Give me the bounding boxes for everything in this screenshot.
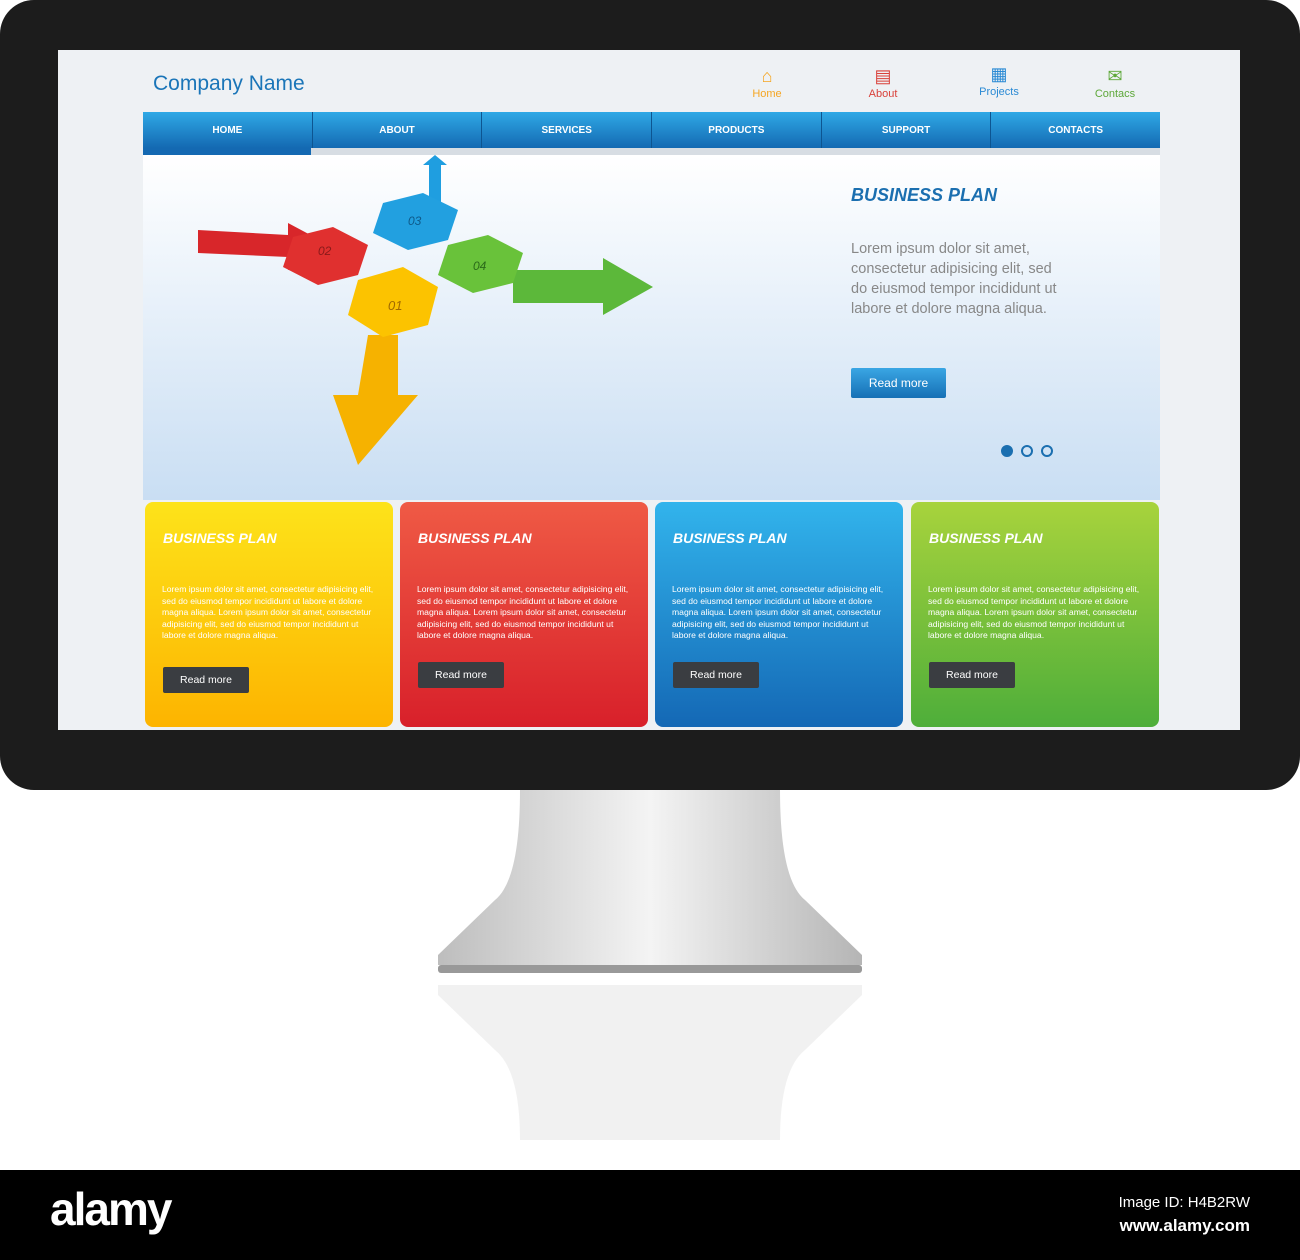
step-label: 01 xyxy=(388,298,402,313)
nav-contacts[interactable]: CONTACTS xyxy=(991,112,1160,148)
hero-text: Lorem ipsum dolor sit amet, consectetur … xyxy=(851,241,1057,317)
nav-support[interactable]: SUPPORT xyxy=(822,112,992,148)
arrow-green xyxy=(513,258,653,315)
card-text: Lorem ipsum dolor sit amet, consectetur … xyxy=(162,584,374,640)
top-link-label: About xyxy=(868,88,898,100)
card-text: Lorem ipsum dolor sit amet, consectetur … xyxy=(417,584,629,640)
monitor-bezel: Company Name ⌂ Home ▤ About ▦ Projects ✉ Con… xyxy=(0,0,1300,790)
arrows-diagram: 01 02 03 04 xyxy=(198,155,653,465)
card-read-more-button[interactable]: Read more xyxy=(929,662,1015,688)
card-blue: BUSINESS PLAN Lorem ipsum dolor sit amet… xyxy=(655,502,903,727)
card-title: BUSINESS PLAN xyxy=(418,530,532,546)
company-logo[interactable]: Company Name xyxy=(153,72,305,96)
hero-slider: 01 02 03 04 BUSINESS PLAN Lorem ipsum do… xyxy=(143,155,1160,500)
slider-dot-3[interactable] xyxy=(1041,445,1053,457)
monitor-stand xyxy=(438,790,862,1140)
image-id: Image ID: H4B2RW xyxy=(1118,1194,1250,1211)
card-red: BUSINESS PLAN Lorem ipsum dolor sit amet… xyxy=(400,502,648,727)
stand-body xyxy=(438,790,862,965)
top-link-label: Projects xyxy=(979,86,1019,98)
main-nav: HOME ABOUT SERVICES PRODUCTS SUPPORT CON… xyxy=(143,112,1160,148)
site-url: www.alamy.com xyxy=(1119,1216,1250,1235)
card-read-more-button[interactable]: Read more xyxy=(418,662,504,688)
nav-products[interactable]: PRODUCTS xyxy=(652,112,822,148)
nav-about[interactable]: ABOUT xyxy=(313,112,483,148)
card-title: BUSINESS PLAN xyxy=(163,530,277,546)
top-link-label: Contacs xyxy=(1094,88,1136,100)
card-read-more-button[interactable]: Read more xyxy=(673,662,759,688)
top-link-projects[interactable]: ▦ Projects xyxy=(964,64,1034,98)
card-green: BUSINESS PLAN Lorem ipsum dolor sit amet… xyxy=(911,502,1159,727)
grid-icon: ▦ xyxy=(990,64,1008,84)
card-title: BUSINESS PLAN xyxy=(929,530,1043,546)
stand-reflection xyxy=(438,985,862,1140)
monitor-screen: Company Name ⌂ Home ▤ About ▦ Projects ✉ Con… xyxy=(58,50,1240,730)
watermark-footer: alamy Image ID: H4B2RW www.alamy.com xyxy=(0,1170,1300,1260)
slider-dot-2[interactable] xyxy=(1021,445,1033,457)
top-link-home[interactable]: ⌂ Home xyxy=(732,66,802,100)
nav-home[interactable]: HOME xyxy=(143,112,313,148)
step-label: 02 xyxy=(318,244,332,258)
document-icon: ▤ xyxy=(874,66,892,86)
card-text: Lorem ipsum dolor sit amet, consectetur … xyxy=(928,584,1140,640)
card-read-more-button[interactable]: Read more xyxy=(163,667,249,693)
hero-read-more-button[interactable]: Read more xyxy=(851,368,946,398)
top-link-about[interactable]: ▤ About xyxy=(848,66,918,100)
step-label: 04 xyxy=(473,259,487,273)
slider-dot-1[interactable] xyxy=(1001,445,1013,457)
nav-services[interactable]: SERVICES xyxy=(482,112,653,148)
arrow-yellow xyxy=(333,335,418,465)
card-title: BUSINESS PLAN xyxy=(673,530,787,546)
slider-dots xyxy=(1001,445,1053,457)
home-icon: ⌂ xyxy=(761,66,773,86)
hero-title: BUSINESS PLAN xyxy=(851,185,998,205)
stand-base-edge xyxy=(438,965,862,973)
card-text: Lorem ipsum dolor sit amet, consectetur … xyxy=(672,584,884,640)
envelope-icon: ✉ xyxy=(1107,66,1123,86)
top-link-contacs[interactable]: ✉ Contacs xyxy=(1080,66,1150,100)
top-link-label: Home xyxy=(752,88,782,100)
nav-active-indicator xyxy=(143,148,1160,155)
card-yellow: BUSINESS PLAN Lorem ipsum dolor sit amet… xyxy=(145,502,393,727)
step-label: 03 xyxy=(408,214,422,228)
alamy-logo: alamy xyxy=(50,1183,172,1235)
